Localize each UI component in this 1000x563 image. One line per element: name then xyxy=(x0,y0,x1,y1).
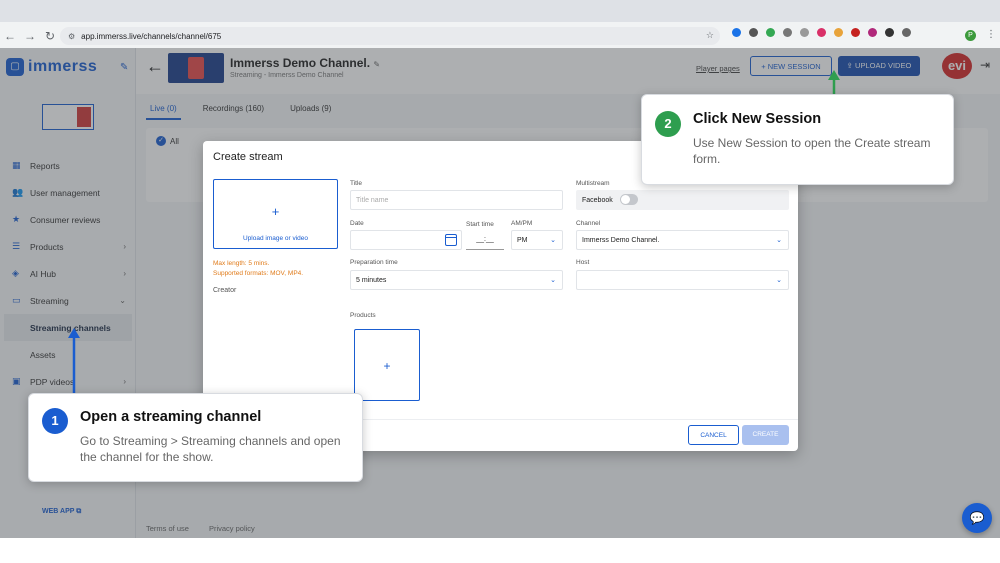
extension-icon[interactable] xyxy=(732,28,741,37)
callout-step-2: 2 Click New Session Use New Session to o… xyxy=(641,94,954,185)
site-info-icon[interactable]: ⚙ xyxy=(68,32,75,41)
upload-constraints: Max length: 5 mins. Supported formats: M… xyxy=(213,259,303,279)
callout-desc-1: Go to Streaming > Streaming channels and… xyxy=(80,434,341,464)
step-badge-2: 2 xyxy=(655,111,681,137)
tab-strip xyxy=(0,0,1000,22)
extension-icon[interactable] xyxy=(783,28,792,37)
prep-time-label: Preparation time xyxy=(350,259,398,266)
host-select[interactable]: ⌄ xyxy=(576,270,789,290)
multistream-label: Multistream xyxy=(576,180,610,187)
extension-icon[interactable] xyxy=(749,28,758,37)
extensions-bar xyxy=(732,28,911,37)
upload-label: Upload image or video xyxy=(242,235,309,242)
ampm-value: PM xyxy=(517,236,528,244)
chevron-down-icon: ⌄ xyxy=(550,277,556,284)
reload-icon[interactable]: ↻ xyxy=(40,29,60,43)
chevron-down-icon: ⌄ xyxy=(776,237,782,244)
menu-icon[interactable]: ⋮ xyxy=(986,29,996,40)
channel-select[interactable]: Immerss Demo Channel. ⌄ xyxy=(576,230,789,250)
host-label: Host xyxy=(576,259,590,266)
date-input[interactable] xyxy=(350,230,462,250)
max-length-note: Max length: 5 mins. xyxy=(213,260,270,267)
extension-icon[interactable] xyxy=(766,28,775,37)
extension-icon[interactable] xyxy=(885,28,894,37)
callout-step-1: 1 Open a streaming channel Go to Streami… xyxy=(28,393,363,482)
plus-icon: + xyxy=(271,204,280,219)
title-input[interactable]: Title name xyxy=(350,190,563,210)
address-bar[interactable]: ⚙ app.immerss.live/channels/channel/675 … xyxy=(60,27,720,45)
channel-label: Channel xyxy=(576,220,601,227)
ampm-select[interactable]: PM ⌄ xyxy=(511,230,563,250)
extension-icon[interactable] xyxy=(851,28,860,37)
url-text: app.immerss.live/channels/channel/675 xyxy=(81,31,222,41)
pointer-arrow-1 xyxy=(68,328,80,396)
date-label: Date xyxy=(350,220,364,227)
chevron-down-icon: ⌄ xyxy=(776,277,782,284)
cancel-button[interactable]: CANCEL xyxy=(688,425,739,445)
title-label: Title xyxy=(350,180,363,187)
multistream-row: Facebook xyxy=(576,190,789,210)
prep-time-select[interactable]: 5 minutes ⌄ xyxy=(350,270,563,290)
upload-dropzone[interactable]: + Upload image or video xyxy=(213,179,338,249)
back-icon[interactable]: ← xyxy=(0,29,20,43)
extension-icon[interactable] xyxy=(817,28,826,37)
forward-icon[interactable]: → xyxy=(20,29,40,43)
channel-value: Immerss Demo Channel. xyxy=(582,236,660,244)
bookmark-star-icon[interactable]: ☆ xyxy=(706,30,714,41)
step-badge-1: 1 xyxy=(42,408,68,434)
calendar-icon[interactable] xyxy=(445,234,457,246)
creator-label: Creator xyxy=(213,287,237,294)
chevron-down-icon: ⌄ xyxy=(550,237,556,244)
profile-avatar[interactable]: P xyxy=(965,30,976,41)
callout-title-1: Open a streaming channel xyxy=(80,409,262,425)
extension-icon[interactable] xyxy=(800,28,809,37)
callout-desc-2: Use New Session to open the Create strea… xyxy=(693,136,931,166)
start-time-input[interactable]: __:__ xyxy=(466,230,504,250)
products-label: Products xyxy=(350,312,376,319)
bottom-margin xyxy=(0,538,1000,563)
add-product-button[interactable]: + xyxy=(354,329,420,401)
prep-time-value: 5 minutes xyxy=(356,276,387,284)
extension-icon[interactable] xyxy=(834,28,843,37)
create-button[interactable]: CREATE xyxy=(742,425,789,445)
puzzle-icon[interactable] xyxy=(902,28,911,37)
extension-icon[interactable] xyxy=(868,28,877,37)
facebook-label: Facebook xyxy=(582,196,613,204)
modal-title: Create stream xyxy=(213,151,283,163)
browser-chrome: ← → ↻ ⚙ app.immerss.live/channels/channe… xyxy=(0,0,1000,48)
start-time-label: Start time xyxy=(466,221,494,228)
chat-icon[interactable]: 💬 xyxy=(962,503,992,533)
formats-note: Supported formats: MOV, MP4. xyxy=(213,270,304,277)
callout-title-2: Click New Session xyxy=(693,111,822,127)
ampm-label: AM/PM xyxy=(511,220,533,227)
facebook-toggle[interactable] xyxy=(620,194,638,205)
